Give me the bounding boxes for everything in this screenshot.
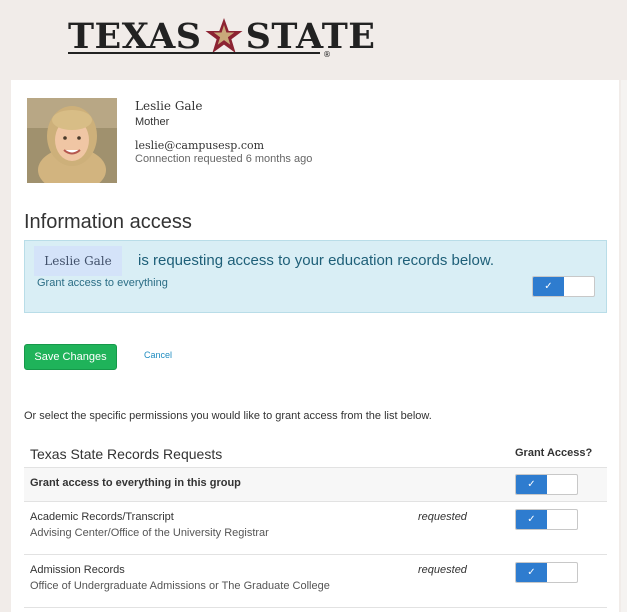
table-title: Texas State Records Requests — [30, 446, 223, 462]
logo-text-left: TEXAS — [68, 15, 202, 57]
group-row: Grant access to everything in this group… — [24, 468, 607, 502]
table-header: Texas State Records Requests Grant Acces… — [24, 438, 607, 468]
grant-all-toggle[interactable]: ✓ — [532, 276, 595, 297]
requester-name-chip: Leslie Gale — [34, 246, 122, 276]
site-header: TEXAS STATE ® — [0, 0, 627, 74]
profile-relationship: Mother — [135, 116, 170, 128]
group-grant-label: Grant access to everything in this group — [30, 477, 241, 489]
registered-mark: ® — [323, 50, 331, 59]
avatar — [27, 98, 117, 183]
save-button[interactable]: Save Changes — [24, 344, 117, 370]
page-edge — [621, 80, 627, 612]
grant-access-header: Grant Access? — [515, 447, 593, 459]
record-title: Academic Records/Transcript — [30, 511, 174, 523]
check-icon: ✓ — [533, 277, 564, 296]
section-title: Information access — [24, 211, 192, 233]
star-icon — [205, 18, 243, 53]
instructions-text: Or select the specific permissions you w… — [24, 410, 432, 422]
cancel-link[interactable]: Cancel — [144, 350, 172, 360]
check-icon: ✓ — [516, 563, 547, 582]
request-status: requested — [418, 564, 467, 576]
record-office: Office of Undergraduate Admissions or Th… — [30, 580, 330, 592]
connection-status: Connection requested 6 months ago — [135, 153, 313, 165]
request-status: requested — [418, 511, 467, 523]
grant-all-label: Grant access to everything — [37, 277, 168, 289]
record-toggle[interactable]: ✓ — [515, 509, 578, 530]
table-row: Admission Records Office of Undergraduat… — [24, 555, 607, 608]
profile-email: leslie@campusesp.com — [135, 139, 265, 152]
profile-name: Leslie Gale — [135, 99, 203, 113]
access-request-box: Leslie Gale is requesting access to your… — [24, 240, 607, 313]
group-grant-toggle[interactable]: ✓ — [515, 474, 578, 495]
table-row: Academic Records/Transcript Advising Cen… — [24, 502, 607, 555]
record-title: Admission Records — [30, 564, 125, 576]
record-toggle[interactable]: ✓ — [515, 562, 578, 583]
logo-underline — [68, 52, 320, 54]
record-office: Advising Center/Office of the University… — [30, 527, 269, 539]
check-icon: ✓ — [516, 510, 547, 529]
logo-text-right: STATE — [245, 15, 376, 57]
check-icon: ✓ — [516, 475, 547, 494]
request-message: is requesting access to your education r… — [138, 252, 495, 269]
